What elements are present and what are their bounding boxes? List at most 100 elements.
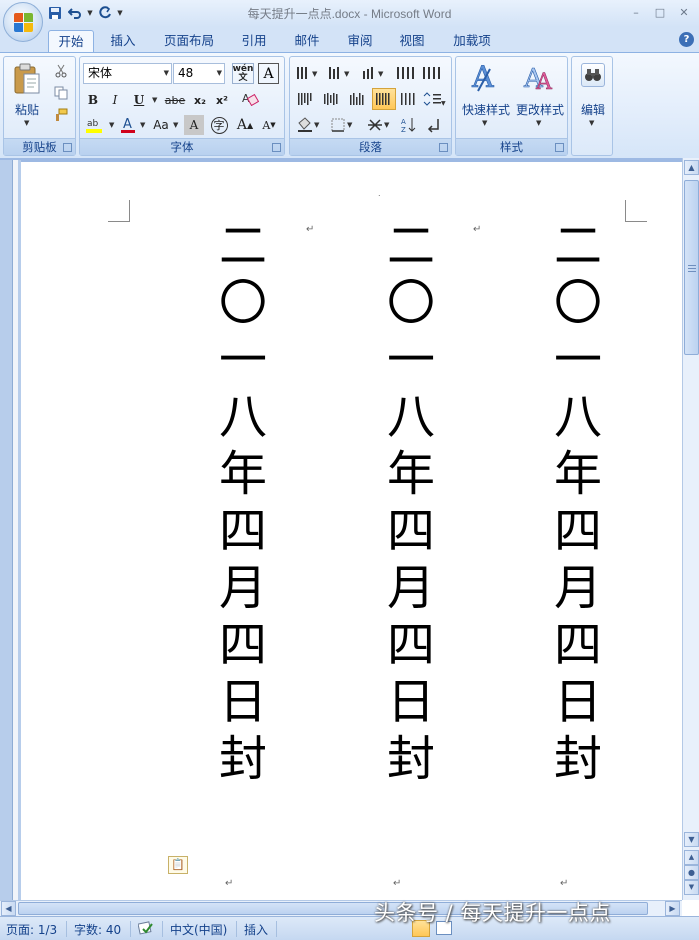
word-count[interactable]: 字数: 40 bbox=[74, 921, 121, 938]
paragraph-mark: ↵ bbox=[306, 224, 315, 235]
font-name-value: 宋体 bbox=[88, 66, 113, 80]
language-indicator[interactable]: 中文(中国) bbox=[170, 921, 227, 938]
scroll-up-icon[interactable]: ▲ bbox=[684, 160, 699, 175]
scroll-right-icon[interactable]: ▶ bbox=[665, 901, 680, 916]
strikethrough-button[interactable]: abe bbox=[162, 90, 188, 110]
shading-icon[interactable]: ▼ bbox=[294, 115, 324, 135]
cut-icon[interactable] bbox=[52, 61, 70, 81]
numbering-icon[interactable]: ▼ bbox=[326, 63, 356, 83]
char: 月 bbox=[218, 560, 267, 616]
char: 四 bbox=[386, 503, 435, 559]
tab-view[interactable]: 视图 bbox=[390, 30, 434, 52]
text-column-2[interactable]: 二 〇 一 八 年 四 月 四 日 封 bbox=[383, 218, 439, 788]
next-page-icon[interactable]: ▼ bbox=[684, 880, 699, 895]
char: 封 bbox=[218, 731, 267, 787]
scroll-down-icon[interactable]: ▼ bbox=[684, 832, 699, 847]
editing-button[interactable]: 编辑 ▼ bbox=[575, 61, 611, 131]
clipboard-launcher-icon[interactable] bbox=[63, 143, 72, 152]
highlight-dropdown-icon[interactable]: ▼ bbox=[109, 121, 114, 129]
maximize-button[interactable]: □ bbox=[651, 4, 669, 20]
tab-home[interactable]: 开始 bbox=[48, 30, 94, 52]
phonetic-guide-button[interactable]: wén 文 bbox=[232, 63, 254, 84]
title-bar: ▼ ▼ 每天提升一点点.docx - Microsoft Word – □ ✕ bbox=[0, 0, 699, 27]
tab-mailings[interactable]: 邮件 bbox=[286, 30, 328, 52]
font-name-select[interactable]: 宋体 ▼ bbox=[83, 63, 172, 84]
svg-text:Z: Z bbox=[401, 126, 406, 133]
multilevel-list-icon[interactable]: ▼ bbox=[360, 63, 390, 83]
bullets-icon[interactable]: ▼ bbox=[294, 63, 324, 83]
text-column-1[interactable]: 二 〇 一 八 年 四 月 四 日 封 bbox=[215, 218, 271, 788]
change-case-button[interactable]: Aa bbox=[150, 115, 172, 135]
format-painter-icon[interactable] bbox=[52, 105, 70, 125]
highlight-color-icon[interactable]: ab bbox=[83, 115, 107, 135]
borders-icon[interactable]: ▼ bbox=[328, 115, 358, 135]
clear-formatting-icon[interactable]: A bbox=[238, 88, 262, 108]
enclose-chars-button[interactable]: 字 bbox=[208, 115, 230, 135]
font-color-dropdown-icon[interactable]: ▼ bbox=[140, 121, 145, 129]
help-icon[interactable]: ? bbox=[679, 32, 694, 47]
tab-insert[interactable]: 插入 bbox=[102, 30, 144, 52]
char: 二 bbox=[218, 218, 267, 274]
underline-dropdown-icon[interactable]: ▼ bbox=[152, 96, 157, 104]
decrease-indent-icon[interactable] bbox=[394, 63, 418, 83]
scroll-left-icon[interactable]: ◀ bbox=[1, 901, 16, 916]
font-size-select[interactable]: 48 ▼ bbox=[173, 63, 225, 84]
proofing-icon[interactable] bbox=[137, 920, 154, 939]
tab-references[interactable]: 引用 bbox=[232, 30, 276, 52]
show-marks-icon[interactable] bbox=[424, 115, 444, 135]
char-shading-button[interactable]: A bbox=[184, 115, 204, 135]
change-styles-icon: A A bbox=[523, 64, 554, 93]
increase-indent-icon[interactable] bbox=[420, 63, 444, 83]
line-spacing-icon[interactable]: ▼ bbox=[420, 89, 448, 109]
tab-add-ins[interactable]: 加载项 bbox=[444, 30, 500, 52]
justify-icon[interactable] bbox=[372, 88, 396, 110]
paragraph-mark-top: . bbox=[378, 189, 381, 198]
paragraph-group: ▼ ▼ ▼ ▼ ▼ ▼ ▼ A Z 段落 bbox=[289, 56, 452, 156]
bold-button[interactable]: B bbox=[83, 90, 103, 110]
previous-page-icon[interactable]: ▲ bbox=[684, 850, 699, 865]
char: 〇 bbox=[218, 275, 267, 331]
sort-icon[interactable]: AZ bbox=[398, 115, 420, 135]
change-case-dropdown-icon[interactable]: ▼ bbox=[173, 121, 178, 129]
minimize-button[interactable]: – bbox=[627, 4, 645, 20]
vertical-scroll-thumb[interactable] bbox=[684, 180, 699, 355]
font-launcher-icon[interactable] bbox=[272, 143, 281, 152]
paste-options-icon[interactable]: 📋 bbox=[168, 856, 188, 874]
grow-font-button[interactable]: A ▲ bbox=[234, 115, 256, 135]
align-center-icon[interactable] bbox=[320, 89, 344, 109]
office-button[interactable] bbox=[3, 2, 43, 42]
document-page[interactable]: . 二 〇 一 八 年 四 月 四 日 封 二 〇 一 八 年 四 月 四 日 … bbox=[21, 162, 682, 900]
status-separator bbox=[130, 921, 131, 937]
italic-button[interactable]: I bbox=[105, 90, 125, 110]
subscript-button[interactable]: x₂ bbox=[190, 90, 210, 110]
copy-icon[interactable] bbox=[52, 83, 70, 103]
distribute-icon[interactable] bbox=[398, 89, 418, 109]
change-styles-button[interactable]: A A 更改样式 ▼ bbox=[514, 61, 566, 133]
text-column-3[interactable]: 二 〇 一 八 年 四 月 四 日 封 bbox=[550, 218, 606, 788]
font-color-icon[interactable]: A bbox=[118, 115, 138, 135]
paste-button[interactable]: 粘贴 ▼ bbox=[12, 63, 44, 137]
tab-review[interactable]: 审阅 bbox=[338, 30, 382, 52]
paragraph-launcher-icon[interactable] bbox=[439, 143, 448, 152]
align-left-icon[interactable] bbox=[294, 89, 318, 109]
close-button[interactable]: ✕ bbox=[675, 4, 693, 20]
svg-text:▼: ▼ bbox=[384, 121, 390, 129]
browse-object-icon[interactable]: ● bbox=[684, 865, 699, 880]
text-direction-icon[interactable]: ▼ bbox=[364, 115, 394, 135]
quick-styles-button[interactable]: A 快速样式 ▼ bbox=[460, 61, 512, 133]
page-indicator[interactable]: 页面: 1/3 bbox=[6, 921, 57, 938]
superscript-button[interactable]: x² bbox=[212, 90, 232, 110]
insert-mode-indicator[interactable]: 插入 bbox=[244, 921, 268, 938]
status-separator bbox=[66, 921, 67, 937]
vertical-ruler-track bbox=[12, 160, 18, 900]
align-right-icon[interactable] bbox=[346, 89, 370, 109]
shrink-font-button[interactable]: A ▼ bbox=[258, 115, 280, 135]
underline-button[interactable]: U bbox=[129, 90, 149, 110]
char-border-button[interactable]: A bbox=[258, 63, 279, 84]
vertical-scrollbar[interactable]: ▲ ▼ ▲ ● ▼ bbox=[682, 158, 699, 900]
tab-page-layout[interactable]: 页面布局 bbox=[156, 30, 222, 52]
char: 封 bbox=[386, 731, 435, 787]
styles-launcher-icon[interactable] bbox=[555, 143, 564, 152]
char: 日 bbox=[386, 674, 435, 730]
svg-text:▼: ▼ bbox=[347, 121, 353, 129]
